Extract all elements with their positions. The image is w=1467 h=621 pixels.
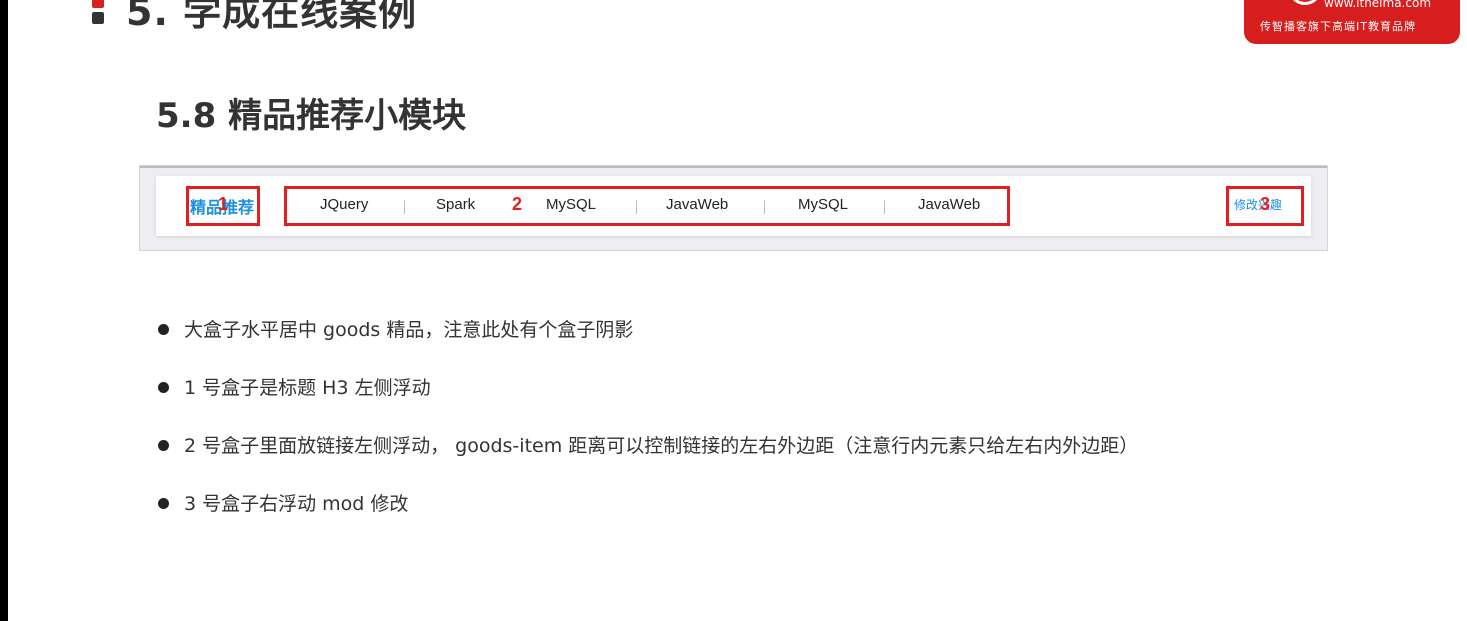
annotation-number-2: 2 xyxy=(512,194,523,214)
bullet-list: 大盒子水平居中 goods 精品，注意此处有个盒子阴影 1 号盒子是标题 H3 … xyxy=(158,312,1138,544)
logo-url: www.itheima.com xyxy=(1324,0,1432,10)
logo-emblem-icon xyxy=(1288,0,1322,5)
bullet-dot-icon xyxy=(158,498,169,509)
demo-screenshot: 精品推荐 JQuery Spark MySQL JavaWeb MySQL Ja… xyxy=(139,165,1328,251)
brand-logo: www.itheima.com 传智播客旗下高端IT教育品牌 xyxy=(1244,0,1460,44)
bullet-item: 大盒子水平居中 goods 精品，注意此处有个盒子阴影 xyxy=(158,312,1138,370)
top-title-text: 5. 学成在线案例 xyxy=(126,0,418,34)
bullet-text: 2 号盒子里面放链接左侧浮动， goods-item 距离可以控制链接的左右外边… xyxy=(184,435,1139,457)
bullet-dot-icon xyxy=(158,324,169,335)
annotation-number-1: 1 xyxy=(218,194,229,214)
bullet-item: 1 号盒子是标题 H3 左侧浮动 xyxy=(158,370,1138,428)
exclamation-icon xyxy=(90,0,106,28)
bullet-text: 大盒子水平居中 goods 精品，注意此处有个盒子阴影 xyxy=(184,319,634,341)
annotation-box-2 xyxy=(284,186,1010,226)
goods-box: 精品推荐 JQuery Spark MySQL JavaWeb MySQL Ja… xyxy=(156,176,1311,236)
bullet-dot-icon xyxy=(158,440,169,451)
logo-tagline: 传智播客旗下高端IT教育品牌 xyxy=(1260,20,1416,33)
annotation-number-3: 3 xyxy=(1260,194,1271,214)
bullet-dot-icon xyxy=(158,382,169,393)
bullet-item: 2 号盒子里面放链接左侧浮动， goods-item 距离可以控制链接的左右外边… xyxy=(158,428,1138,486)
slide: 5. 学成在线案例 www.itheima.com 传智播客旗下高端IT教育品牌… xyxy=(8,0,1467,621)
bullet-item: 3 号盒子右浮动 mod 修改 xyxy=(158,486,1138,544)
top-title: 5. 学成在线案例 xyxy=(90,0,417,34)
bullet-text: 1 号盒子是标题 H3 左侧浮动 xyxy=(184,377,431,399)
section-title: 5.8 精品推荐小模块 xyxy=(156,96,467,136)
demo-top-line xyxy=(140,166,1327,168)
bullet-text: 3 号盒子右浮动 mod 修改 xyxy=(184,493,409,515)
